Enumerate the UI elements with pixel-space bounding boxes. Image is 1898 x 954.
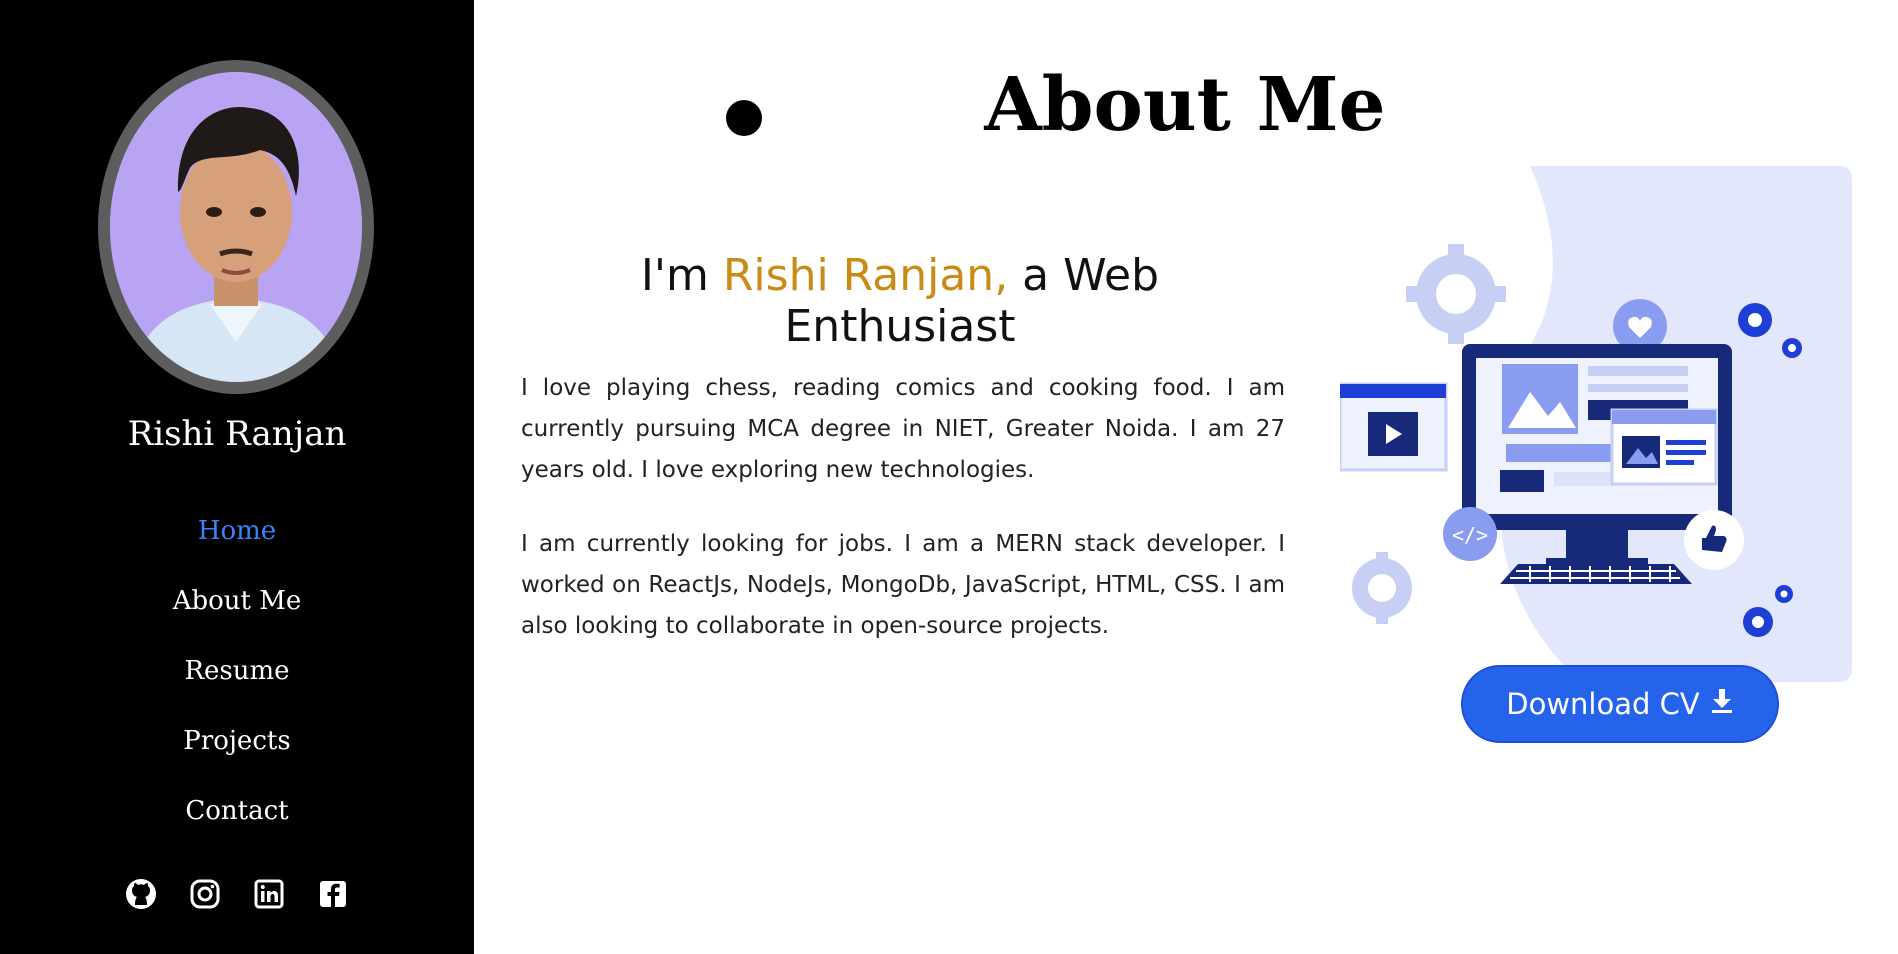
headline-name: Rishi Ranjan, [722, 250, 1009, 301]
nav-item-about-me[interactable]: About Me [0, 578, 474, 648]
web-development-illustration: </> [1338, 166, 1860, 686]
page-title: About Me [984, 62, 1386, 148]
nav-item-projects[interactable]: Projects [0, 718, 474, 788]
linkedin-icon[interactable] [253, 878, 285, 910]
nav-item-home[interactable]: Home [0, 508, 474, 578]
instagram-icon[interactable] [189, 878, 221, 910]
social-links [0, 878, 474, 910]
avatar [98, 60, 374, 394]
bio-paragraph-1: I love playing chess, reading comics and… [521, 375, 1285, 483]
profile-photo [110, 72, 362, 382]
bio-paragraph-2: I am currently looking for jobs. I am a … [521, 531, 1285, 639]
sidebar-name: Rishi Ranjan [127, 414, 347, 454]
sidebar: Rishi Ranjan Home About Me Resume Projec… [0, 0, 474, 954]
github-icon[interactable] [125, 878, 157, 910]
nav-item-contact[interactable]: Contact [0, 788, 474, 858]
svg-text:</>: </> [1452, 523, 1488, 547]
intro-headline: I'm Rishi Ranjan, a Web Enthusiast [520, 250, 1280, 352]
download-icon [1710, 687, 1734, 721]
headline-prefix: I'm [640, 250, 723, 301]
decorative-dot [726, 100, 762, 136]
facebook-icon[interactable] [317, 878, 349, 910]
sidebar-nav: Home About Me Resume Projects Contact [0, 508, 474, 858]
download-cv-button[interactable]: Download CV [1461, 665, 1779, 743]
nav-item-resume[interactable]: Resume [0, 648, 474, 718]
gear-icon [1406, 244, 1506, 344]
download-cv-label: Download CV [1506, 687, 1700, 721]
